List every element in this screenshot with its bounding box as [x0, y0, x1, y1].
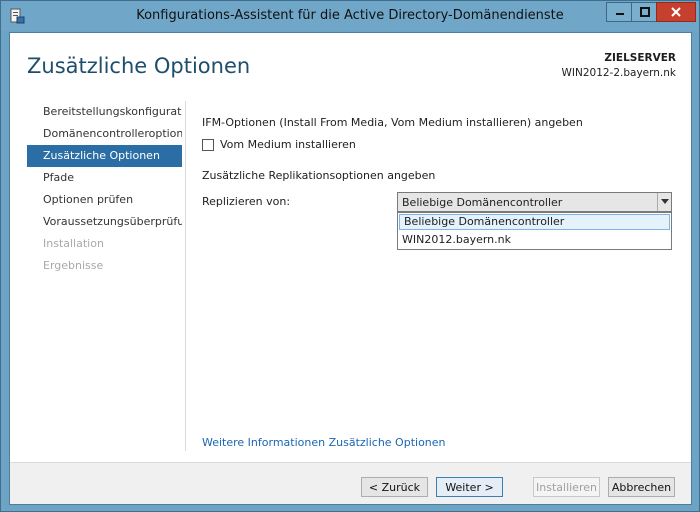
- chevron-down-icon[interactable]: [657, 193, 671, 211]
- wizard-footer: < Zurück Weiter > Installieren Abbrechen: [10, 463, 691, 504]
- replication-heading: Zusätzliche Replikationsoptionen angeben: [202, 169, 436, 182]
- install-from-media-checkbox[interactable]: [202, 138, 214, 151]
- install-button: Installieren: [533, 477, 600, 497]
- minimize-icon: [615, 13, 624, 15]
- wizard-window: Konfigurations-Assistent für die Active …: [0, 0, 700, 512]
- close-icon: [671, 7, 681, 17]
- window-title: Konfigurations-Assistent für die Active …: [136, 8, 564, 23]
- ifm-heading: IFM-Optionen (Install From Media, Vom Me…: [202, 116, 583, 129]
- title-bar[interactable]: Konfigurations-Assistent für die Active …: [1, 1, 699, 31]
- maximize-icon: [639, 7, 650, 17]
- wizard-client-area: Zusätzliche Optionen ZIELSERVER WIN2012-…: [9, 32, 692, 505]
- target-server-name: WIN2012-2.bayern.nk: [561, 67, 677, 79]
- replicate-from-value[interactable]: Beliebige Domänencontroller: [398, 196, 657, 209]
- nav-item-voraussetzungsueberpruefung[interactable]: Voraussetzungsüberprüfu...: [27, 211, 182, 233]
- install-from-media-label[interactable]: Vom Medium installieren: [220, 138, 356, 151]
- cancel-button[interactable]: Abbrechen: [608, 477, 675, 497]
- wizard-nav: Bereitstellungskonfigurati... Domänencon…: [27, 101, 182, 277]
- next-button[interactable]: Weiter >: [436, 477, 503, 497]
- page-title: Zusätzliche Optionen: [27, 54, 251, 78]
- options-panel: IFM-Optionen (Install From Media, Vom Me…: [202, 101, 682, 461]
- nav-item-installation: Installation: [43, 237, 104, 250]
- nav-divider: [185, 101, 186, 451]
- nav-item-pfade[interactable]: Pfade: [27, 167, 182, 189]
- back-button[interactable]: < Zurück: [361, 477, 428, 497]
- replicate-from-select[interactable]: Beliebige Domänencontroller: [397, 192, 672, 212]
- close-button[interactable]: [656, 2, 696, 22]
- dropdown-option-win2012[interactable]: WIN2012.bayern.nk: [398, 231, 671, 249]
- target-server-label: ZIELSERVER: [604, 52, 676, 64]
- minimize-button[interactable]: [606, 2, 632, 22]
- nav-item-zusaetzliche-optionen[interactable]: Zusätzliche Optionen: [27, 145, 182, 167]
- nav-item-optionen-pruefen[interactable]: Optionen prüfen: [27, 189, 182, 211]
- nav-item-bereitstellungskonfiguration[interactable]: Bereitstellungskonfigurati...: [27, 101, 182, 123]
- nav-item-ergebnisse: Ergebnisse: [43, 259, 104, 272]
- more-info-link[interactable]: Weitere Informationen Zusätzliche Option…: [202, 436, 446, 449]
- replicate-from-label: Replizieren von:: [202, 195, 291, 208]
- install-from-media-option[interactable]: Vom Medium installieren: [202, 138, 356, 151]
- maximize-button[interactable]: [631, 2, 657, 22]
- nav-item-domaenencontrolleroptionen[interactable]: Domänencontrolleroption...: [27, 123, 182, 145]
- replicate-from-dropdown: Beliebige Domänencontroller WIN2012.baye…: [397, 212, 672, 250]
- dropdown-option-any-dc[interactable]: Beliebige Domänencontroller: [399, 214, 670, 230]
